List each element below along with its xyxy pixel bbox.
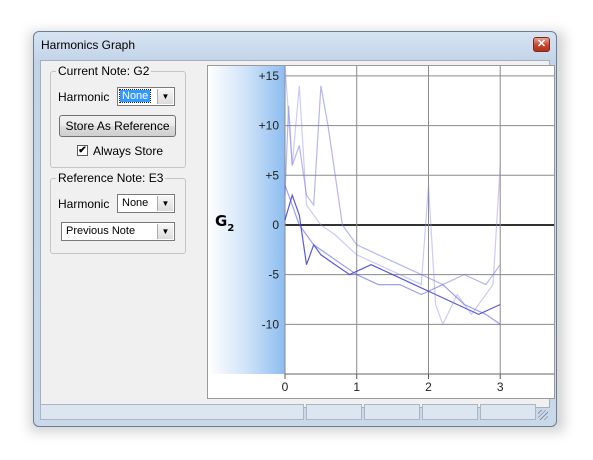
close-icon[interactable]: ✕ — [533, 37, 550, 52]
resize-grip-icon[interactable] — [538, 410, 548, 420]
chevron-down-icon[interactable]: ▼ — [157, 196, 173, 211]
status-bar — [40, 404, 550, 422]
reference-harmonic-select[interactable]: None ▼ — [117, 194, 175, 213]
x-tick-label: 1 — [353, 380, 360, 394]
y-tick-label: +10 — [259, 119, 280, 133]
series-line — [284, 184, 501, 325]
status-panel-4 — [480, 404, 536, 420]
chevron-down-icon[interactable]: ▼ — [157, 224, 173, 239]
reference-note-title: Reference Note: E3 — [56, 171, 166, 185]
reference-harmonic-value: None — [122, 197, 149, 209]
client-area: Current Note: G2 Harmonic None ▼ Store A… — [40, 60, 555, 408]
status-panel-1 — [306, 404, 362, 420]
chevron-down-icon[interactable]: ▼ — [157, 89, 173, 104]
series-line — [284, 193, 501, 316]
x-tick-label: 3 — [497, 380, 504, 394]
current-harmonic-value: None — [118, 89, 152, 103]
store-as-reference-button[interactable]: Store As Reference — [59, 115, 176, 137]
status-panel-3 — [422, 404, 478, 420]
series-line — [284, 66, 501, 326]
reference-mode-value: Previous Note — [66, 225, 136, 237]
y-tick-label: +5 — [265, 168, 279, 182]
current-harmonic-select[interactable]: None ▼ — [117, 87, 175, 106]
harmonics-graph[interactable]: +15 +10 +5 0 -5 -10 0 1 2 3 G2 — [207, 65, 555, 399]
reference-harmonic-label: Harmonic — [58, 197, 110, 211]
always-store-checkbox[interactable]: ✔ — [77, 145, 88, 156]
harmonics-window: Harmonics Graph ✕ Current Note: G2 Harmo… — [33, 31, 557, 427]
y-tick-label: -10 — [262, 317, 280, 331]
y-tick-label: -5 — [268, 268, 279, 282]
y-tick-label: +15 — [259, 69, 280, 83]
always-store-label: Always Store — [93, 144, 164, 158]
status-panel-2 — [364, 404, 420, 420]
reference-note-group: Reference Note: E3 Harmonic None ▼ Previ… — [50, 171, 186, 254]
current-harmonic-label: Harmonic — [58, 90, 110, 104]
x-tick-label: 0 — [282, 380, 289, 394]
reference-mode-select[interactable]: Previous Note ▼ — [61, 222, 175, 241]
x-tick-label: 2 — [425, 380, 432, 394]
window-title: Harmonics Graph — [41, 38, 136, 52]
current-note-group: Current Note: G2 Harmonic None ▼ Store A… — [50, 64, 186, 168]
series-line — [284, 85, 501, 286]
status-panel-main — [40, 404, 304, 420]
y-tick-label: 0 — [272, 218, 279, 232]
title-bar[interactable]: Harmonics Graph ✕ — [34, 32, 556, 58]
current-note-title: Current Note: G2 — [56, 64, 152, 78]
harmonics-chart: +15+10+50-5-100 1 2 3 G2 — [208, 66, 554, 394]
